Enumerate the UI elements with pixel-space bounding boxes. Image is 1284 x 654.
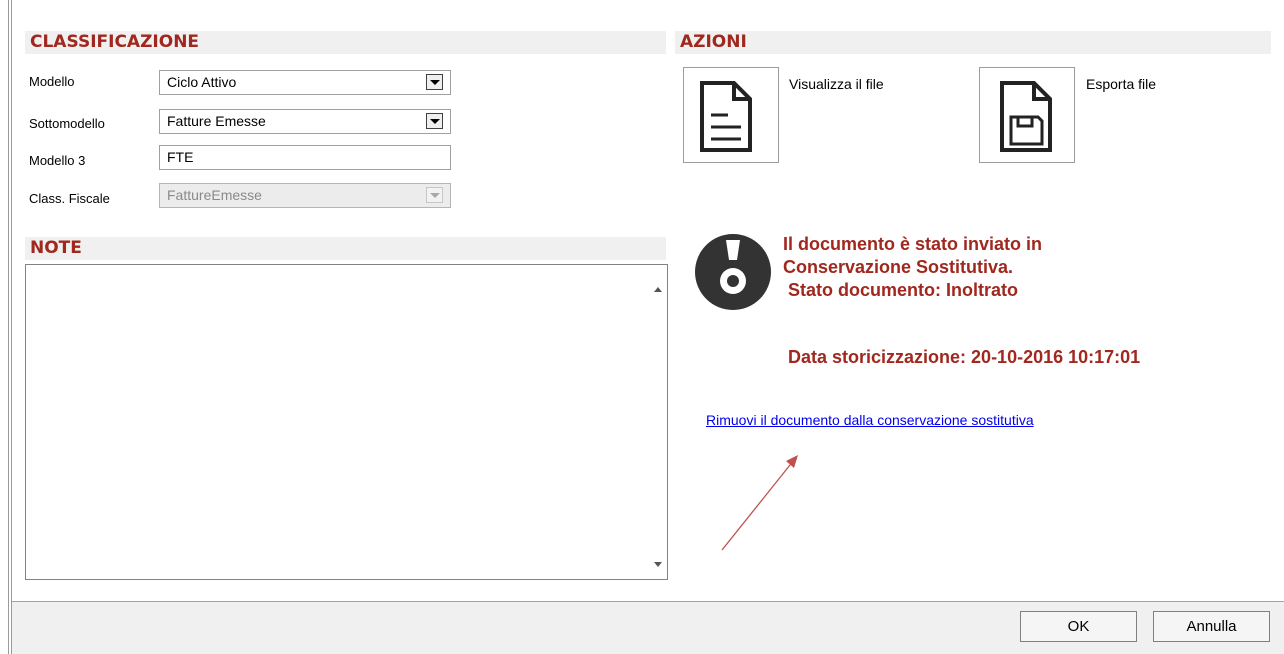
cancel-button[interactable]: Annulla [1153, 611, 1270, 642]
note-header: NOTE [25, 237, 666, 260]
sottomodello-select[interactable]: Fatture Emesse [159, 109, 451, 134]
modello-select[interactable]: Ciclo Attivo [159, 70, 451, 95]
note-textarea[interactable] [25, 264, 668, 580]
modello-value: Ciclo Attivo [167, 74, 237, 90]
modello3-field[interactable]: FTE [159, 145, 451, 170]
sottomodello-value: Fatture Emesse [167, 113, 266, 129]
classificazione-header: CLASSIFICAZIONE [25, 31, 666, 54]
export-file-label[interactable]: Esporta file [1086, 76, 1156, 92]
scroll-up-icon[interactable] [654, 287, 662, 292]
arrow-annotation [721, 455, 798, 551]
azioni-header: AZIONI [675, 31, 1271, 54]
chevron-down-icon[interactable] [426, 113, 443, 129]
class-fiscale-label: Class. Fiscale [29, 191, 110, 206]
view-file-button[interactable] [683, 67, 779, 163]
window-left-border [0, 0, 12, 654]
historicization-date: Data storicizzazione: 20-10-2016 10:17:0… [788, 347, 1141, 367]
class-fiscale-value: FattureEmesse [167, 187, 262, 203]
note-scrollbar[interactable] [650, 265, 667, 579]
scroll-down-icon[interactable] [654, 562, 662, 567]
modello-label: Modello [29, 74, 75, 89]
conservation-status-message: Il documento è stato inviato in Conserva… [783, 233, 1253, 302]
ok-button[interactable]: OK [1020, 611, 1137, 642]
modello3-value: FTE [167, 149, 194, 165]
sottomodello-label: Sottomodello [29, 116, 105, 131]
chevron-down-icon [426, 187, 443, 203]
export-file-icon [1000, 81, 1052, 152]
status-line1: Il documento è stato inviato in [783, 234, 1043, 254]
class-fiscale-select: FattureEmesse [159, 183, 451, 208]
status-line3: Stato documento: Inoltrato [788, 280, 1018, 300]
modello3-label: Modello 3 [29, 153, 86, 168]
remove-from-conservation-link[interactable]: Rimuovi il documento dalla conservazione… [706, 412, 1034, 428]
export-file-button[interactable] [979, 67, 1075, 163]
chevron-down-icon[interactable] [426, 74, 443, 90]
disc-warning-icon [695, 234, 771, 310]
view-file-label[interactable]: Visualizza il file [789, 76, 884, 92]
status-line2: Conservazione Sostitutiva. [783, 257, 1014, 277]
document-icon [700, 81, 752, 152]
